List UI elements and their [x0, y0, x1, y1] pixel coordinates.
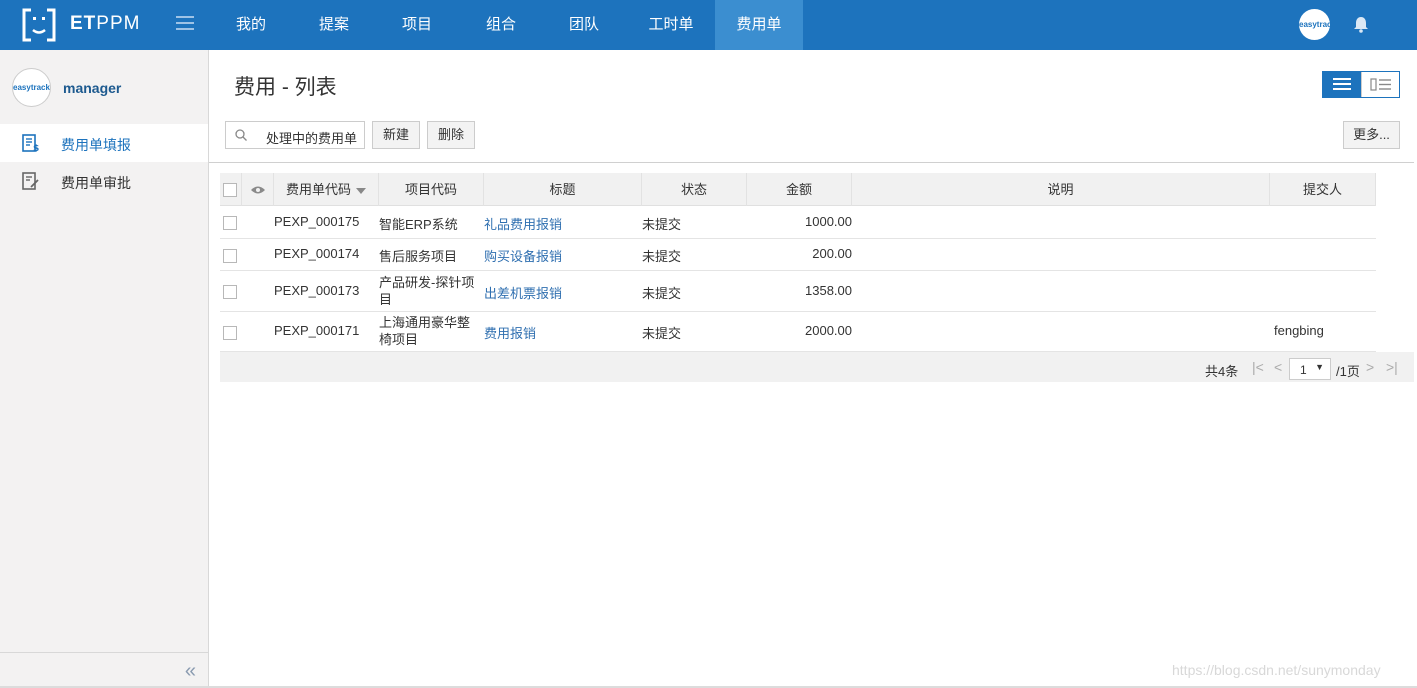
row-checkbox[interactable]: [223, 285, 237, 299]
total-count: 共4条: [1205, 364, 1239, 379]
sidebar-avatar: easytrack: [12, 68, 51, 107]
detail-view-icon: [1370, 78, 1391, 91]
cell-amount: 1358.00: [805, 283, 852, 298]
eye-icon[interactable]: [250, 185, 266, 195]
cell-title-link[interactable]: 费用报销: [484, 323, 536, 342]
cell-project: 上海通用豪华整椅项目: [379, 315, 471, 347]
next-page-icon[interactable]: >: [1366, 359, 1374, 375]
collapse-sidebar-icon[interactable]: «: [185, 661, 196, 681]
last-page-icon[interactable]: >|: [1386, 359, 1398, 375]
row-checkbox[interactable]: [223, 216, 237, 230]
cell-code: PEXP_000171: [274, 323, 360, 338]
nav-item-timesheet[interactable]: 工时单: [632, 0, 710, 50]
list-view-button[interactable]: [1323, 72, 1361, 97]
delete-button[interactable]: 删除: [427, 121, 475, 149]
view-toggle: [1322, 71, 1400, 98]
watermark: https://blog.csdn.net/sunymonday: [1172, 662, 1381, 678]
cell-title-link[interactable]: 出差机票报销: [484, 283, 562, 302]
menu-toggle-icon[interactable]: [176, 16, 194, 32]
sidebar: easytrack manager $ 费用单填报 费用单审批 «: [0, 50, 209, 688]
column-header-description[interactable]: 说明: [852, 173, 1270, 206]
cell-status: 未提交: [642, 326, 682, 341]
table-row[interactable]: PEXP_000174 售后服务项目 购买设备报销 未提交 200.00: [220, 239, 1376, 271]
app-brand[interactable]: ETPPM: [70, 13, 140, 35]
prev-page-icon[interactable]: <: [1274, 359, 1282, 375]
nav-item-project[interactable]: 项目: [388, 0, 446, 50]
cell-status: 未提交: [642, 286, 682, 301]
more-button[interactable]: 更多...: [1343, 121, 1400, 149]
page-title: 费用 - 列表: [234, 76, 337, 99]
row-checkbox[interactable]: [223, 326, 237, 340]
cell-code: PEXP_000173: [274, 283, 360, 298]
toolbar-divider: [209, 162, 1414, 163]
cell-project: 售后服务项目: [379, 249, 458, 264]
search-icon: [235, 129, 247, 141]
sidebar-item-label: 费用单审批: [61, 175, 131, 191]
cell-status: 未提交: [642, 217, 682, 232]
nav-item-mine[interactable]: 我的: [222, 0, 280, 50]
row-checkbox[interactable]: [223, 249, 237, 263]
page-select-value: 1: [1300, 363, 1307, 377]
bell-icon[interactable]: [1353, 15, 1369, 33]
page-count: /1页: [1336, 364, 1360, 379]
table-row[interactable]: PEXP_000171 上海通用豪华整椅项目 费用报销 未提交 2000.00 …: [220, 312, 1376, 352]
approval-icon: [22, 172, 39, 190]
column-header-status[interactable]: 状态: [642, 173, 747, 206]
nav-item-expense[interactable]: 费用单: [715, 0, 803, 50]
cell-amount: 1000.00: [805, 214, 852, 229]
sort-desc-icon[interactable]: [356, 187, 366, 194]
column-header-code[interactable]: 费用单代码: [274, 173, 379, 206]
new-button[interactable]: 新建: [372, 121, 420, 149]
filter-search-box[interactable]: 处理中的费用单: [225, 121, 365, 149]
chevron-down-icon: ▼: [1315, 362, 1324, 372]
sidebar-item-expense-approval[interactable]: 费用单审批: [0, 162, 208, 200]
column-header-project[interactable]: 项目代码: [379, 173, 484, 206]
top-navbar: ETPPM 我的 提案 项目 组合 团队 工时单 费用单 easytrack: [0, 0, 1417, 50]
cell-code: PEXP_000175: [274, 214, 360, 229]
cell-project: 产品研发-探针项目: [379, 275, 475, 307]
cell-project: 智能ERP系统: [379, 217, 458, 232]
nav-item-team[interactable]: 团队: [555, 0, 613, 50]
first-page-icon[interactable]: |<: [1252, 359, 1264, 375]
table-row[interactable]: PEXP_000173 产品研发-探针项目 出差机票报销 未提交 1358.00: [220, 271, 1376, 312]
sidebar-item-label: 费用单填报: [61, 137, 131, 153]
cell-submitter: fengbing: [1274, 323, 1324, 338]
pagination-bar: 共4条 |< < 1 ▼ /1页 > >|: [220, 352, 1414, 382]
page-select[interactable]: 1 ▼: [1289, 358, 1331, 380]
search-value: 处理中的费用单: [266, 131, 358, 146]
logo-icon[interactable]: [22, 6, 56, 44]
cell-status: 未提交: [642, 249, 682, 264]
expense-form-icon: $: [22, 134, 39, 152]
nav-item-proposal[interactable]: 提案: [305, 0, 363, 50]
sidebar-item-expense-form[interactable]: $ 费用单填报: [0, 124, 208, 162]
table-header: 费用单代码 项目代码 标题 状态 金额 说明 提交人: [220, 173, 1376, 206]
column-header-submitter[interactable]: 提交人: [1270, 173, 1376, 206]
cell-code: PEXP_000174: [274, 246, 360, 261]
table-row[interactable]: PEXP_000175 智能ERP系统 礼品费用报销 未提交 1000.00: [220, 206, 1376, 239]
sidebar-footer: «: [0, 652, 208, 688]
column-header-amount[interactable]: 金额: [747, 173, 852, 206]
sidebar-username: manager: [63, 80, 122, 96]
user-avatar[interactable]: easytrack: [1299, 9, 1330, 40]
cell-title-link[interactable]: 购买设备报销: [484, 246, 562, 265]
nav-item-portfolio[interactable]: 组合: [472, 0, 530, 50]
cell-amount: 2000.00: [805, 323, 852, 338]
svg-text:$: $: [33, 144, 39, 152]
cell-title-link[interactable]: 礼品费用报销: [484, 214, 562, 233]
detail-view-button[interactable]: [1361, 72, 1399, 97]
cell-amount: 200.00: [812, 246, 852, 261]
select-all-checkbox[interactable]: [223, 183, 237, 197]
column-header-title[interactable]: 标题: [484, 173, 642, 206]
